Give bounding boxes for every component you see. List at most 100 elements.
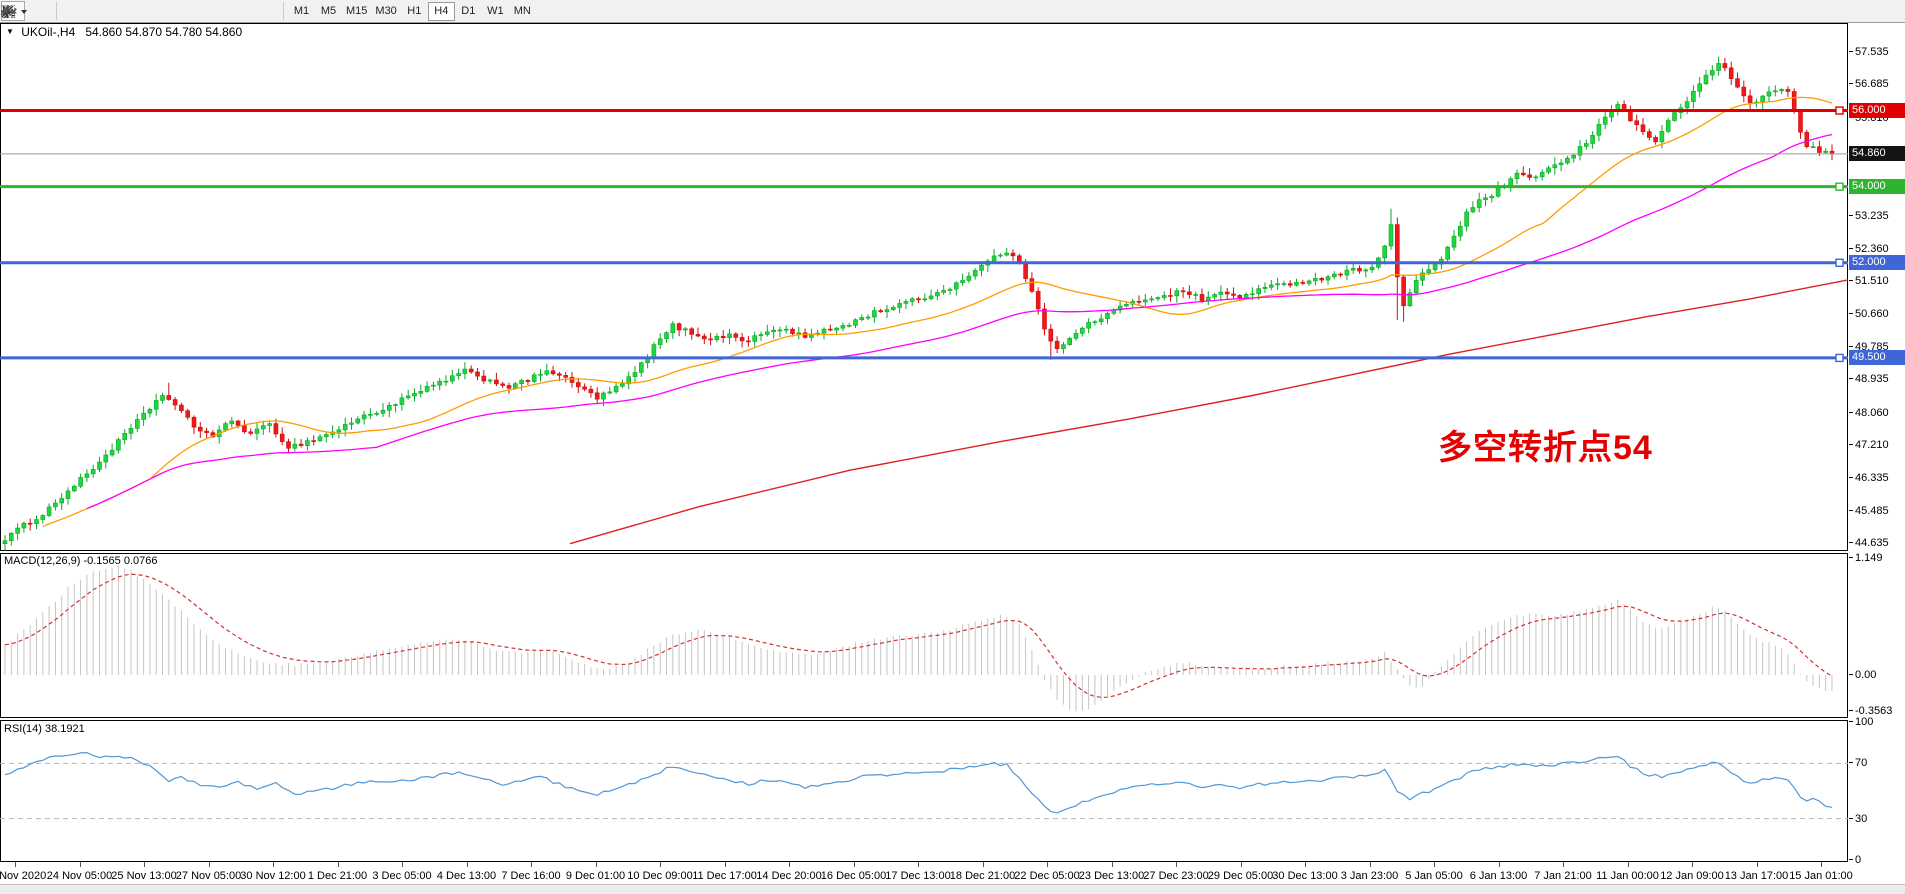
annotation-text: 多空转折点54 (1438, 420, 1653, 469)
timeframe-w1-button[interactable]: W1 (482, 2, 509, 21)
price-tick-label: 48.935 (1849, 373, 1889, 385)
timeframe-mn-button[interactable]: MN (509, 2, 536, 21)
time-tick (1692, 862, 1693, 867)
time-tick (725, 862, 726, 867)
macd-axis-label: 0.00 (1849, 669, 1876, 681)
window-bottom-strip (0, 884, 1905, 894)
rsi-axis-label: 100 (1849, 716, 1873, 728)
time-tick (402, 862, 403, 867)
price-tag-52.000: 52.000 (1849, 255, 1905, 270)
price-tick-label: 45.485 (1849, 505, 1889, 517)
time-label: 1 Dec 21:00 (308, 870, 367, 882)
time-label: 7 Jan 21:00 (1534, 870, 1592, 882)
toolbar: E F A T M1 M5 M15 M30 H1 H4 D1 W1 MN (0, 0, 1905, 23)
price-tick-label: 46.335 (1849, 472, 1889, 484)
time-label: 24 Nov 05:00 (47, 870, 112, 882)
timeframe-m1-button[interactable]: M1 (288, 2, 315, 21)
arrows-icon (0, 4, 28, 19)
price-tick-label: 53.235 (1849, 210, 1889, 222)
support-49.5-anchor[interactable] (1836, 354, 1843, 361)
chevron-down-icon[interactable]: ▼ (6, 27, 14, 36)
price-tick-label: 48.060 (1849, 407, 1889, 419)
time-label: 13 Jan 17:00 (1725, 870, 1789, 882)
main-price-pane[interactable] (0, 23, 1848, 551)
level-54-anchor[interactable] (1836, 183, 1843, 190)
resistance-56-anchor[interactable] (1836, 107, 1843, 114)
equidistant-channel-tool-button[interactable]: E (140, 1, 164, 21)
time-tick (80, 862, 81, 867)
price-tag-49.500: 49.500 (1849, 350, 1905, 365)
time-label: 9 Dec 01:00 (566, 870, 625, 882)
time-tick (918, 862, 919, 867)
time-label: 25 Nov 13:00 (111, 870, 176, 882)
timeframe-h1-button[interactable]: H1 (401, 2, 428, 21)
time-label: 17 Dec 13:00 (885, 870, 950, 882)
time-label: 7 Dec 16:00 (501, 870, 560, 882)
time-tick (1434, 862, 1435, 867)
price-tick-label: 57.535 (1849, 46, 1889, 58)
symbol-timeframe-label: UKOil-,H4 (21, 25, 75, 39)
price-tick-label: 56.685 (1849, 78, 1889, 90)
arrows-tool-button[interactable] (244, 1, 278, 21)
time-label: 27 Nov 05:00 (176, 870, 241, 882)
timeframe-m15-button[interactable]: M15 (342, 2, 371, 21)
time-tick (531, 862, 532, 867)
price-tick-label: 47.210 (1849, 439, 1889, 451)
time-label: 3 Jan 23:00 (1341, 870, 1399, 882)
timeframe-m5-button[interactable]: M5 (315, 2, 342, 21)
time-label: 18 Dec 21:00 (950, 870, 1015, 882)
time-tick (1821, 862, 1822, 867)
timeframe-d1-button[interactable]: D1 (455, 2, 482, 21)
time-label: 15 Jan 01:00 (1789, 870, 1853, 882)
price-tick-label: 51.510 (1849, 275, 1889, 287)
timeframe-h4-button[interactable]: H4 (428, 2, 455, 21)
price-tag-56.000: 56.000 (1849, 103, 1905, 118)
time-tick (1176, 862, 1177, 867)
time-label: 16 Dec 05:00 (821, 870, 886, 882)
text-tool-button[interactable]: A (192, 1, 216, 21)
vertical-line-tool-button[interactable] (62, 1, 86, 21)
timeframe-m30-button[interactable]: M30 (371, 2, 400, 21)
price-tick-label: 44.635 (1849, 537, 1889, 549)
level-52-anchor[interactable] (1836, 259, 1843, 266)
time-label: 11 Jan 00:00 (1596, 870, 1659, 882)
rsi-axis-label: 30 (1849, 813, 1867, 825)
time-label: 3 Dec 05:00 (372, 870, 431, 882)
time-tick (1112, 862, 1113, 867)
ohlc-quotes-label: 54.860 54.870 54.780 54.860 (85, 25, 242, 39)
macd-pane[interactable] (0, 553, 1848, 718)
time-label: 11 Dec 17:00 (692, 870, 757, 882)
time-label: 10 Dec 09:00 (627, 870, 692, 882)
crosshair-tool-button[interactable] (27, 1, 51, 21)
rsi-axis-label: 0 (1849, 854, 1861, 866)
macd-axis-label: 1.149 (1849, 552, 1883, 564)
time-tick (144, 862, 145, 867)
time-label: 23 Dec 13:00 (1079, 870, 1144, 882)
time-tick (467, 862, 468, 867)
time-tick (1047, 862, 1048, 867)
chart-title: ▼ UKOil-,H4 54.860 54.870 54.780 54.860 (6, 25, 242, 39)
time-axis[interactable]: 22 Nov 202024 Nov 05:0025 Nov 13:0027 No… (0, 862, 1848, 884)
price-tag-54.860: 54.860 (1849, 146, 1905, 161)
time-tick (209, 862, 210, 867)
trendline-tool-button[interactable] (114, 1, 138, 21)
time-tick (1628, 862, 1629, 867)
price-tick-label: 52.360 (1849, 243, 1889, 255)
price-tag-54.000: 54.000 (1849, 179, 1905, 194)
time-tick (1499, 862, 1500, 867)
rsi-axis-label: 70 (1849, 757, 1867, 769)
time-tick (1305, 862, 1306, 867)
price-axis[interactable]: 57.53556.68555.81053.23552.36051.51050.6… (1849, 23, 1905, 862)
mt4-window: E F A T M1 M5 M15 M30 H1 H4 D1 W1 MN ▼ U… (0, 0, 1905, 894)
rsi-pane[interactable] (0, 720, 1848, 862)
time-tick (273, 862, 274, 867)
time-tick (789, 862, 790, 867)
time-label: 12 Jan 09:00 (1660, 870, 1724, 882)
fibonacci-tool-button[interactable]: F (166, 1, 190, 21)
horizontal-line-tool-button[interactable] (88, 1, 112, 21)
time-tick (983, 862, 984, 867)
text-label-tool-button[interactable]: T (218, 1, 242, 21)
time-tick (338, 862, 339, 867)
price-tick-label: 50.660 (1849, 308, 1889, 320)
time-tick (1370, 862, 1371, 867)
